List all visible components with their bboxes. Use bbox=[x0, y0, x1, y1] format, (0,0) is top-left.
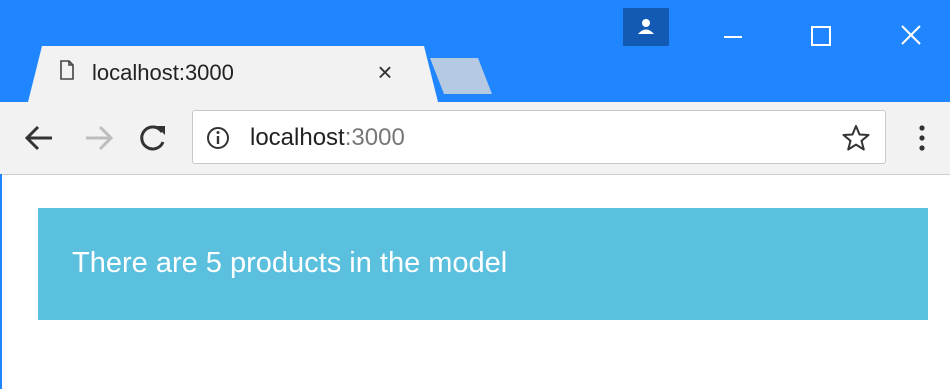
back-arrow-icon[interactable] bbox=[22, 118, 58, 158]
user-icon bbox=[638, 19, 654, 34]
url-port: :3000 bbox=[344, 124, 405, 151]
info-icon[interactable] bbox=[206, 126, 230, 150]
star-icon[interactable] bbox=[842, 124, 870, 152]
maximize-button[interactable] bbox=[776, 0, 866, 70]
window-border bbox=[0, 174, 2, 389]
close-icon bbox=[901, 25, 921, 45]
maximize-icon bbox=[811, 26, 831, 46]
forward-arrow-icon[interactable] bbox=[80, 118, 116, 158]
close-window-button[interactable] bbox=[864, 0, 950, 70]
product-count-banner: There are 5 products in the model bbox=[38, 208, 928, 320]
tab-title: localhost:3000 bbox=[92, 60, 234, 85]
tab-close-button[interactable]: × bbox=[374, 59, 396, 85]
minimize-icon bbox=[724, 36, 742, 38]
reload-icon[interactable] bbox=[134, 118, 170, 158]
minimize-button[interactable] bbox=[688, 0, 778, 70]
browser-window: localhost:3000 × localhost:3000 There ar… bbox=[0, 0, 950, 389]
document-icon bbox=[60, 60, 74, 80]
kebab-menu-icon[interactable] bbox=[912, 120, 932, 156]
url-text[interactable]: localhost:3000 bbox=[250, 124, 405, 152]
product-count-message: There are 5 products in the model bbox=[72, 247, 508, 279]
profile-button[interactable] bbox=[623, 8, 669, 46]
url-host: localhost bbox=[250, 124, 345, 151]
